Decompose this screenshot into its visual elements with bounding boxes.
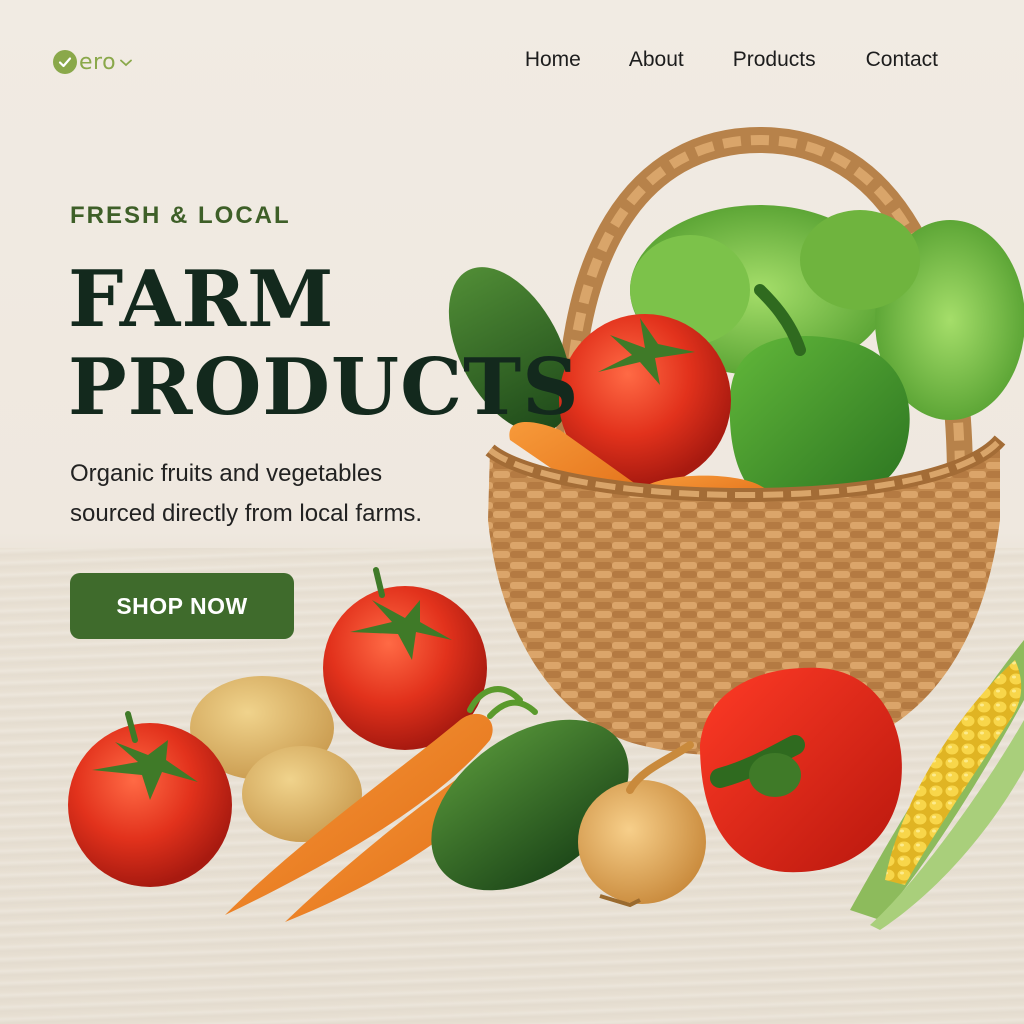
produce-illustration [68,126,1024,930]
hero-headline: FARM PRODUCTS [68,256,580,432]
red-pepper [700,667,902,873]
headline-line-1: FARM [68,254,335,345]
headline-line-2: PRODUCTS [68,342,580,433]
